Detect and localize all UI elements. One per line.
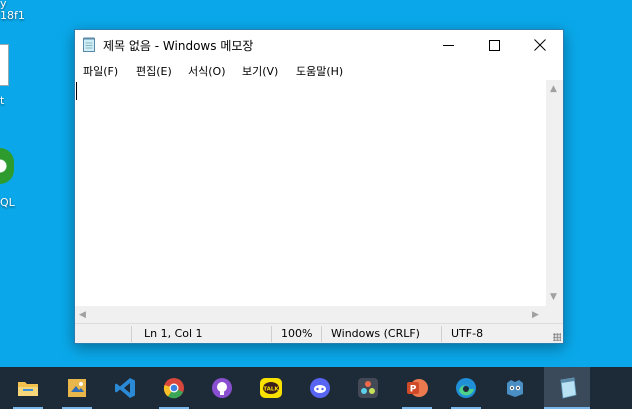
title-bar[interactable]: 제목 없음 - Windows 메모장 bbox=[75, 30, 563, 60]
desktop-icon-2[interactable]: t bbox=[0, 44, 20, 107]
menu-format[interactable]: 서식(O) bbox=[188, 63, 225, 79]
scroll-right-icon[interactable]: ▶ bbox=[532, 310, 539, 320]
powerpoint-icon: P bbox=[407, 379, 428, 397]
taskbar-github-desktop[interactable] bbox=[199, 367, 245, 409]
text-editor[interactable] bbox=[75, 80, 546, 306]
menu-help[interactable]: 도움말(H) bbox=[296, 63, 343, 79]
menu-bar: 파일(F) 편집(E) 서식(O) 보기(V) 도움말(H) bbox=[75, 60, 563, 80]
scroll-down-icon[interactable]: ▼ bbox=[550, 292, 557, 302]
vertical-scrollbar[interactable]: ▲ ▼ bbox=[546, 80, 563, 306]
taskbar-notepad[interactable] bbox=[544, 367, 590, 409]
notepad-icon bbox=[83, 37, 95, 52]
line-ending: Windows (CRLF) bbox=[331, 327, 420, 340]
close-icon bbox=[534, 39, 546, 51]
taskbar-davinci-resolve[interactable] bbox=[345, 367, 391, 409]
text-file-icon bbox=[0, 44, 9, 86]
desktop-icon-1[interactable]: y 18f1 bbox=[0, 0, 40, 22]
maximize-icon bbox=[488, 39, 500, 51]
menu-view[interactable]: 보기(V) bbox=[242, 63, 278, 79]
taskbar-powerpoint[interactable]: P bbox=[394, 367, 440, 409]
image-editor-icon bbox=[68, 379, 86, 397]
maximize-button[interactable] bbox=[471, 30, 517, 60]
desktop-icon-3[interactable]: QL bbox=[0, 148, 30, 209]
taskbar-discord[interactable] bbox=[297, 367, 343, 409]
menu-file[interactable]: 파일(F) bbox=[83, 63, 118, 79]
taskbar-file-explorer[interactable] bbox=[5, 367, 51, 409]
status-separator bbox=[271, 326, 272, 342]
desktop-icon-label: 18f1 bbox=[0, 9, 25, 22]
minimize-button[interactable] bbox=[425, 30, 471, 60]
svg-text:P: P bbox=[410, 385, 417, 395]
resize-grip-icon[interactable] bbox=[553, 333, 561, 341]
edge-icon bbox=[456, 378, 476, 398]
taskbar-godot[interactable] bbox=[492, 367, 538, 409]
svg-text:TALK: TALK bbox=[263, 387, 279, 393]
github-desktop-icon bbox=[212, 378, 232, 398]
taskbar: TALK P bbox=[0, 367, 632, 409]
file-explorer-icon bbox=[18, 382, 38, 396]
discord-icon bbox=[310, 378, 330, 398]
notepad-window: 제목 없음 - Windows 메모장 파일(F) 편집(E) 서식(O) 보기… bbox=[74, 29, 564, 344]
sql-app-icon bbox=[0, 148, 14, 184]
minimize-icon bbox=[442, 44, 454, 46]
window-title: 제목 없음 - Windows 메모장 bbox=[103, 39, 254, 53]
status-separator bbox=[131, 326, 132, 342]
taskbar-chrome[interactable] bbox=[151, 367, 197, 409]
godot-icon bbox=[507, 380, 523, 397]
scroll-left-icon[interactable]: ◀ bbox=[79, 310, 86, 320]
text-caret bbox=[76, 82, 77, 100]
notepad-icon bbox=[560, 377, 577, 399]
vscode-icon bbox=[115, 378, 135, 398]
taskbar-edge[interactable] bbox=[443, 367, 489, 409]
taskbar-kakaotalk[interactable]: TALK bbox=[248, 367, 294, 409]
zoom-level: 100% bbox=[281, 327, 313, 340]
status-bar: Ln 1, Col 1 100% Windows (CRLF) UTF-8 bbox=[75, 323, 563, 343]
kakaotalk-icon: TALK bbox=[260, 378, 282, 398]
davinci-resolve-icon bbox=[358, 378, 378, 398]
status-separator bbox=[441, 326, 442, 342]
encoding: UTF-8 bbox=[451, 327, 484, 340]
taskbar-vscode[interactable] bbox=[102, 367, 148, 409]
taskbar-image-editor[interactable] bbox=[54, 367, 100, 409]
horizontal-scrollbar[interactable]: ◀ ▶ bbox=[75, 306, 546, 323]
scroll-up-icon[interactable]: ▲ bbox=[550, 84, 557, 94]
close-button[interactable] bbox=[517, 30, 563, 60]
desktop-icon-label: QL bbox=[0, 196, 15, 209]
cursor-position: Ln 1, Col 1 bbox=[144, 327, 203, 340]
status-separator bbox=[321, 326, 322, 342]
scrollbar-corner bbox=[546, 306, 563, 323]
desktop-icon-label: t bbox=[0, 94, 5, 107]
chrome-icon bbox=[163, 378, 184, 399]
menu-edit[interactable]: 편집(E) bbox=[136, 63, 172, 79]
